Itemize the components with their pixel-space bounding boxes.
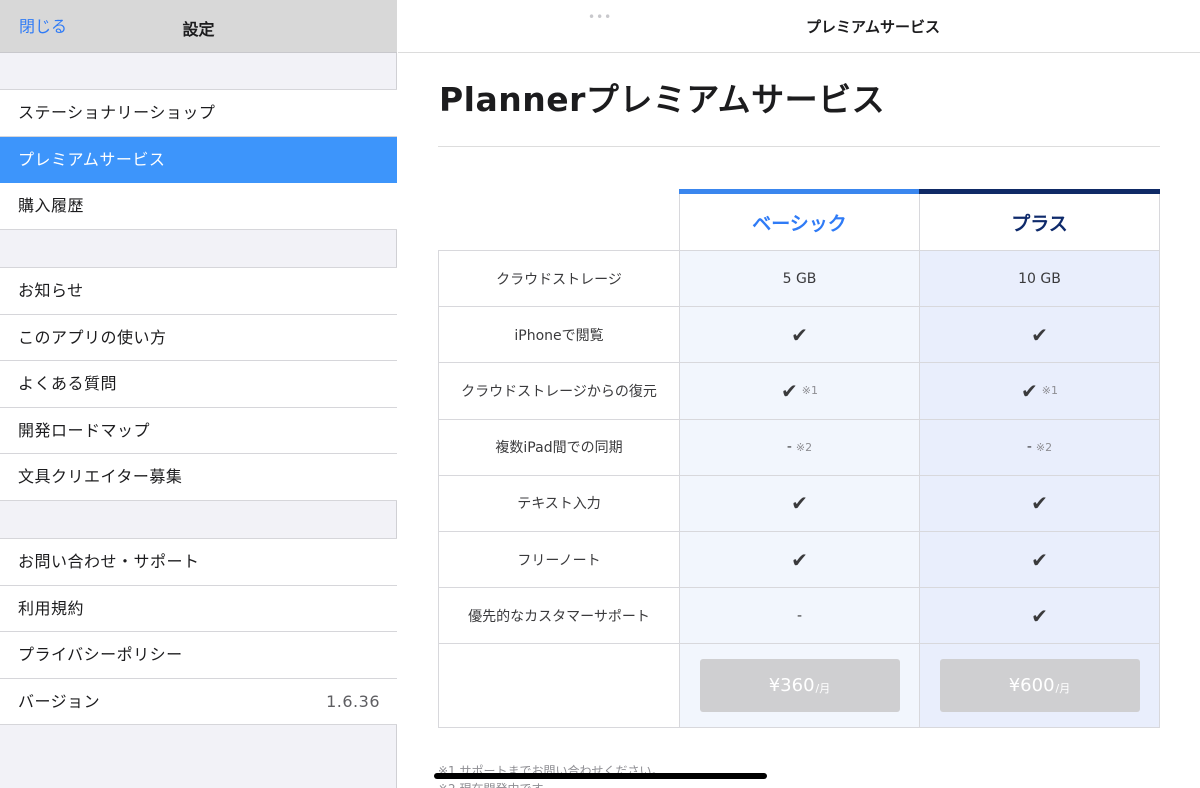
feature-label: 優先的なカスタマーサポート bbox=[439, 588, 680, 644]
plus-plan-cell: 10 GB bbox=[920, 251, 1159, 307]
feature-label: 複数iPad間での同期 bbox=[439, 419, 680, 475]
sidebar-item-premium-service[interactable]: プレミアムサービス bbox=[0, 136, 397, 184]
footnote-ref: ※1 bbox=[1041, 384, 1058, 398]
table-row: 複数iPad間での同期 - ※2- ※2 bbox=[439, 419, 1159, 476]
plus-plan-header: プラス bbox=[919, 194, 1160, 251]
dash-icon: - bbox=[786, 439, 792, 456]
sidebar-header: 閉じる 設定 bbox=[0, 0, 397, 53]
plus-cell-value: 10 GB bbox=[1018, 270, 1061, 287]
dash-icon: - bbox=[796, 607, 803, 624]
feature-label: iPhoneで閲覧 bbox=[439, 307, 680, 363]
checkmark-icon: ✔ bbox=[791, 491, 808, 516]
plus-plan-cell: ✔ bbox=[920, 588, 1159, 644]
feature-label: フリーノート bbox=[439, 531, 680, 588]
feature-label: テキスト入力 bbox=[439, 475, 680, 531]
basic-plan-cell: ✔ bbox=[680, 531, 920, 588]
table-row: フリーノート ✔ ✔ bbox=[439, 531, 1159, 589]
settings-sidebar: 閉じる 設定 ステーショナリーショップ プレミアムサービス 購入履歴 お知らせ … bbox=[0, 0, 397, 788]
settings-group-1: ステーショナリーショップ プレミアムサービス 購入履歴 bbox=[0, 89, 397, 230]
checkmark-icon: ✔ bbox=[791, 547, 808, 572]
basic-plan-cell: - ※2 bbox=[680, 419, 920, 475]
footnote-ref: ※2 bbox=[1035, 440, 1053, 454]
basic-plan-cell: - bbox=[680, 588, 920, 644]
price-row-label bbox=[439, 644, 680, 728]
plus-price: ¥600 bbox=[1008, 675, 1055, 697]
content-header: ••• プレミアムサービス bbox=[398, 0, 1200, 53]
sidebar-item-stationery-shop[interactable]: ステーショナリーショップ bbox=[0, 90, 397, 137]
basic-price: ¥360 bbox=[768, 675, 815, 697]
footnote-2: ※2 現在開発中です。 bbox=[438, 780, 554, 788]
content-header-title: プレミアムサービス bbox=[806, 18, 940, 36]
feature-label: クラウドストレージからの復元 bbox=[439, 363, 680, 419]
sidebar-item-privacy[interactable]: プライバシーポリシー bbox=[0, 632, 397, 679]
page-title: Plannerプレミアムサービス bbox=[439, 80, 886, 119]
sidebar-item-news[interactable]: お知らせ bbox=[0, 268, 397, 315]
basic-price-cell: ¥360/月 bbox=[680, 644, 920, 728]
plus-price-cell: ¥600/月 bbox=[920, 644, 1159, 728]
home-indicator[interactable] bbox=[434, 773, 767, 779]
checkmark-icon: ✔ bbox=[1031, 547, 1048, 572]
footnote-ref: ※2 bbox=[795, 440, 813, 454]
plus-price-unit: /月 bbox=[1055, 682, 1071, 696]
sidebar-title: 設定 bbox=[182, 20, 215, 39]
version-value: 1.6.36 bbox=[326, 691, 380, 711]
sidebar-item-terms[interactable]: 利用規約 bbox=[0, 586, 397, 633]
table-row: 優先的なカスタマーサポート - ✔ bbox=[439, 588, 1159, 645]
checkmark-icon: ✔ bbox=[1021, 378, 1038, 403]
comparison-grid: クラウドストレージ 5 GB 10 GB iPhoneで閲覧 ✔ ✔ クラウドストレージから… bbox=[438, 250, 1160, 729]
checkmark-icon: ✔ bbox=[791, 322, 808, 347]
divider bbox=[438, 146, 1160, 147]
sidebar-item-roadmap[interactable]: 開発ロードマップ bbox=[0, 408, 397, 455]
price-row: ¥360/月 ¥600/月 bbox=[439, 644, 1159, 728]
basic-plan-cell: ✔ bbox=[680, 475, 920, 531]
basic-plan-cell: ✔ ※1 bbox=[680, 363, 920, 419]
basic-plan-cell: 5 GB bbox=[680, 251, 920, 307]
table-row: iPhoneで閲覧 ✔ ✔ bbox=[439, 307, 1159, 364]
sidebar-item-faq[interactable]: よくある質問 bbox=[0, 361, 397, 408]
plus-plan-cell: - ※2 bbox=[920, 419, 1159, 475]
feature-label: クラウドストレージ bbox=[439, 251, 680, 307]
basic-price-unit: /月 bbox=[815, 682, 831, 696]
sidebar-item-support[interactable]: お問い合わせ・サポート bbox=[0, 539, 397, 586]
premium-service-pane: ••• プレミアムサービス Plannerプレミアムサービス ベーシック プラス… bbox=[398, 0, 1200, 788]
sidebar-item-version: バージョン 1.6.36 bbox=[0, 679, 397, 726]
version-label: バージョン bbox=[18, 691, 101, 711]
checkmark-icon: ✔ bbox=[1031, 491, 1048, 516]
checkmark-icon: ✔ bbox=[781, 378, 798, 403]
sidebar-item-creator-recruit[interactable]: 文具クリエイター募集 bbox=[0, 454, 397, 501]
settings-group-2: お知らせ このアプリの使い方 よくある質問 開発ロードマップ 文具クリエイター募… bbox=[0, 267, 397, 501]
checkmark-icon: ✔ bbox=[1031, 603, 1048, 628]
settings-group-3: お問い合わせ・サポート 利用規約 プライバシーポリシー バージョン 1.6.36 bbox=[0, 538, 397, 726]
subscribe-basic-button[interactable]: ¥360/月 bbox=[699, 659, 900, 713]
plus-plan-cell: ✔ bbox=[920, 307, 1159, 363]
sidebar-item-purchase-history[interactable]: 購入履歴 bbox=[0, 183, 397, 230]
table-row: テキスト入力 ✔ ✔ bbox=[439, 475, 1159, 532]
basic-plan-header: ベーシック bbox=[679, 194, 920, 251]
subscribe-plus-button[interactable]: ¥600/月 bbox=[939, 659, 1140, 713]
table-row: クラウドストレージ 5 GB 10 GB bbox=[439, 251, 1159, 308]
plus-plan-cell: ✔ bbox=[920, 531, 1159, 588]
basic-cell-value: 5 GB bbox=[782, 270, 817, 287]
plus-plan-cell: ✔ bbox=[920, 475, 1159, 531]
plus-plan-cell: ✔ ※1 bbox=[920, 363, 1159, 419]
dash-icon: - bbox=[1026, 439, 1032, 456]
basic-plan-cell: ✔ bbox=[680, 307, 920, 363]
checkmark-icon: ✔ bbox=[1031, 322, 1048, 347]
footnote-ref: ※1 bbox=[801, 384, 818, 398]
table-row: クラウドストレージからの復元 ✔ ※1 ✔ ※1 bbox=[439, 363, 1159, 420]
sidebar-item-how-to-use[interactable]: このアプリの使い方 bbox=[0, 315, 397, 362]
